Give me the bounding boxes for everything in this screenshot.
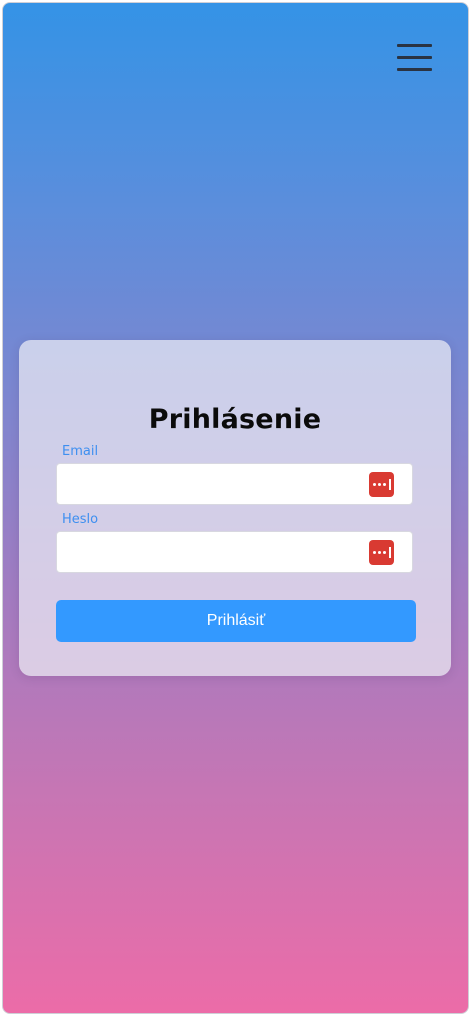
password-input[interactable]: [57, 532, 357, 572]
login-card: Prihlásenie Email Heslo Prihlásiť: [19, 340, 451, 676]
app-screen: Prihlásenie Email Heslo Prihlásiť: [2, 2, 469, 1014]
password-label: Heslo: [62, 512, 99, 527]
email-input[interactable]: [57, 464, 357, 504]
login-title: Prihlásenie: [148, 404, 322, 435]
password-manager-icon[interactable]: [369, 472, 394, 497]
login-button[interactable]: Prihlásiť: [56, 600, 416, 642]
menu-button[interactable]: [395, 43, 433, 75]
email-field-container: [56, 463, 413, 505]
password-manager-icon[interactable]: [369, 540, 394, 565]
email-label: Email: [62, 444, 99, 459]
password-field-container: [56, 531, 413, 573]
